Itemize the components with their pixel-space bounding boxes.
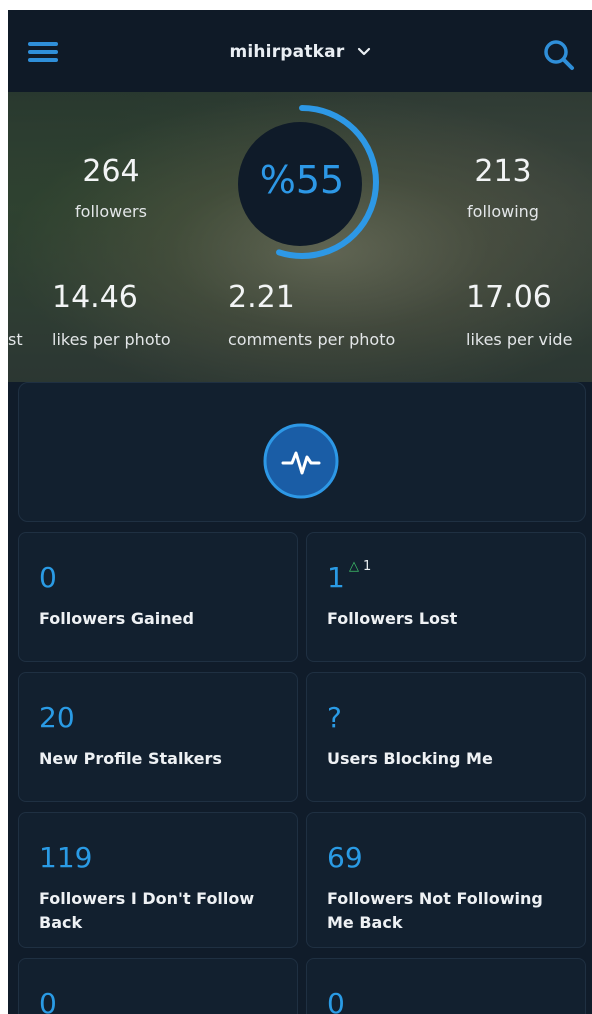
following-count: 213: [474, 154, 532, 189]
comments-per-photo-label: comments per photo: [228, 330, 396, 349]
stat-label: Followers Lost: [327, 609, 458, 628]
stat-value: 119: [39, 841, 93, 874]
followers-count: 264: [82, 154, 140, 189]
likes-per-video-label: likes per vide: [466, 330, 573, 349]
stat-label: Followers Gained: [39, 609, 194, 628]
account-switcher[interactable]: mihirpatkar: [8, 42, 592, 62]
stat-label: New Profile Stalkers: [39, 749, 222, 768]
stat-card-followers-lost[interactable]: 1 △ 1 Followers Lost: [306, 532, 586, 662]
username-label: mihirpatkar: [229, 42, 345, 62]
stat-label: Followers I Don't Follow Back: [39, 889, 255, 932]
stat-label: Users Blocking Me: [327, 749, 493, 768]
stat-value: 69: [327, 841, 363, 874]
stat-card-followers-not-following-me-back[interactable]: 69 Followers Not Following Me Back: [306, 812, 586, 948]
comments-per-photo-value: 2.21: [228, 280, 295, 315]
stat-card-partial-right[interactable]: 0: [306, 958, 586, 1014]
search-icon[interactable]: [542, 38, 576, 72]
stat-card-followers-gained[interactable]: 0 Followers Gained: [18, 532, 298, 662]
activity-pulse-icon: [263, 423, 339, 499]
top-bar: mihirpatkar: [8, 10, 592, 92]
stat-value: 1: [327, 561, 345, 594]
stat-label: Followers Not Following Me Back: [327, 889, 543, 932]
stat-card-users-blocking-me[interactable]: ? Users Blocking Me: [306, 672, 586, 802]
score-percent: %55: [259, 158, 345, 202]
app-screen: mihirpatkar 264 followers %55 213 follow…: [8, 10, 592, 1014]
stat-value: 0: [39, 561, 57, 594]
chevron-down-icon: [357, 47, 370, 56]
stat-card-partial-left[interactable]: 0: [18, 958, 298, 1014]
followers-label: followers: [75, 202, 147, 221]
triangle-up-icon: △: [349, 559, 359, 574]
stat-value: ?: [327, 701, 342, 734]
stat-value: 20: [39, 701, 75, 734]
stat-card-followers-i-dont-follow-back[interactable]: 119 Followers I Don't Follow Back: [18, 812, 298, 948]
stat-delta: △ 1: [349, 559, 372, 574]
likes-per-photo-value: 14.46: [52, 280, 138, 315]
following-label: following: [467, 202, 539, 221]
stat-card-new-profile-stalkers[interactable]: 20 New Profile Stalkers: [18, 672, 298, 802]
likes-per-photo-label: likes per photo: [52, 330, 171, 349]
stat-value: 0: [327, 987, 345, 1014]
profile-summary: 264 followers %55 213 following st 14.46…: [8, 92, 592, 382]
stat-value: 0: [39, 987, 57, 1014]
activity-card[interactable]: [18, 382, 586, 522]
metric-label-partial: st: [8, 330, 23, 349]
likes-per-video-value: 17.06: [466, 280, 552, 315]
